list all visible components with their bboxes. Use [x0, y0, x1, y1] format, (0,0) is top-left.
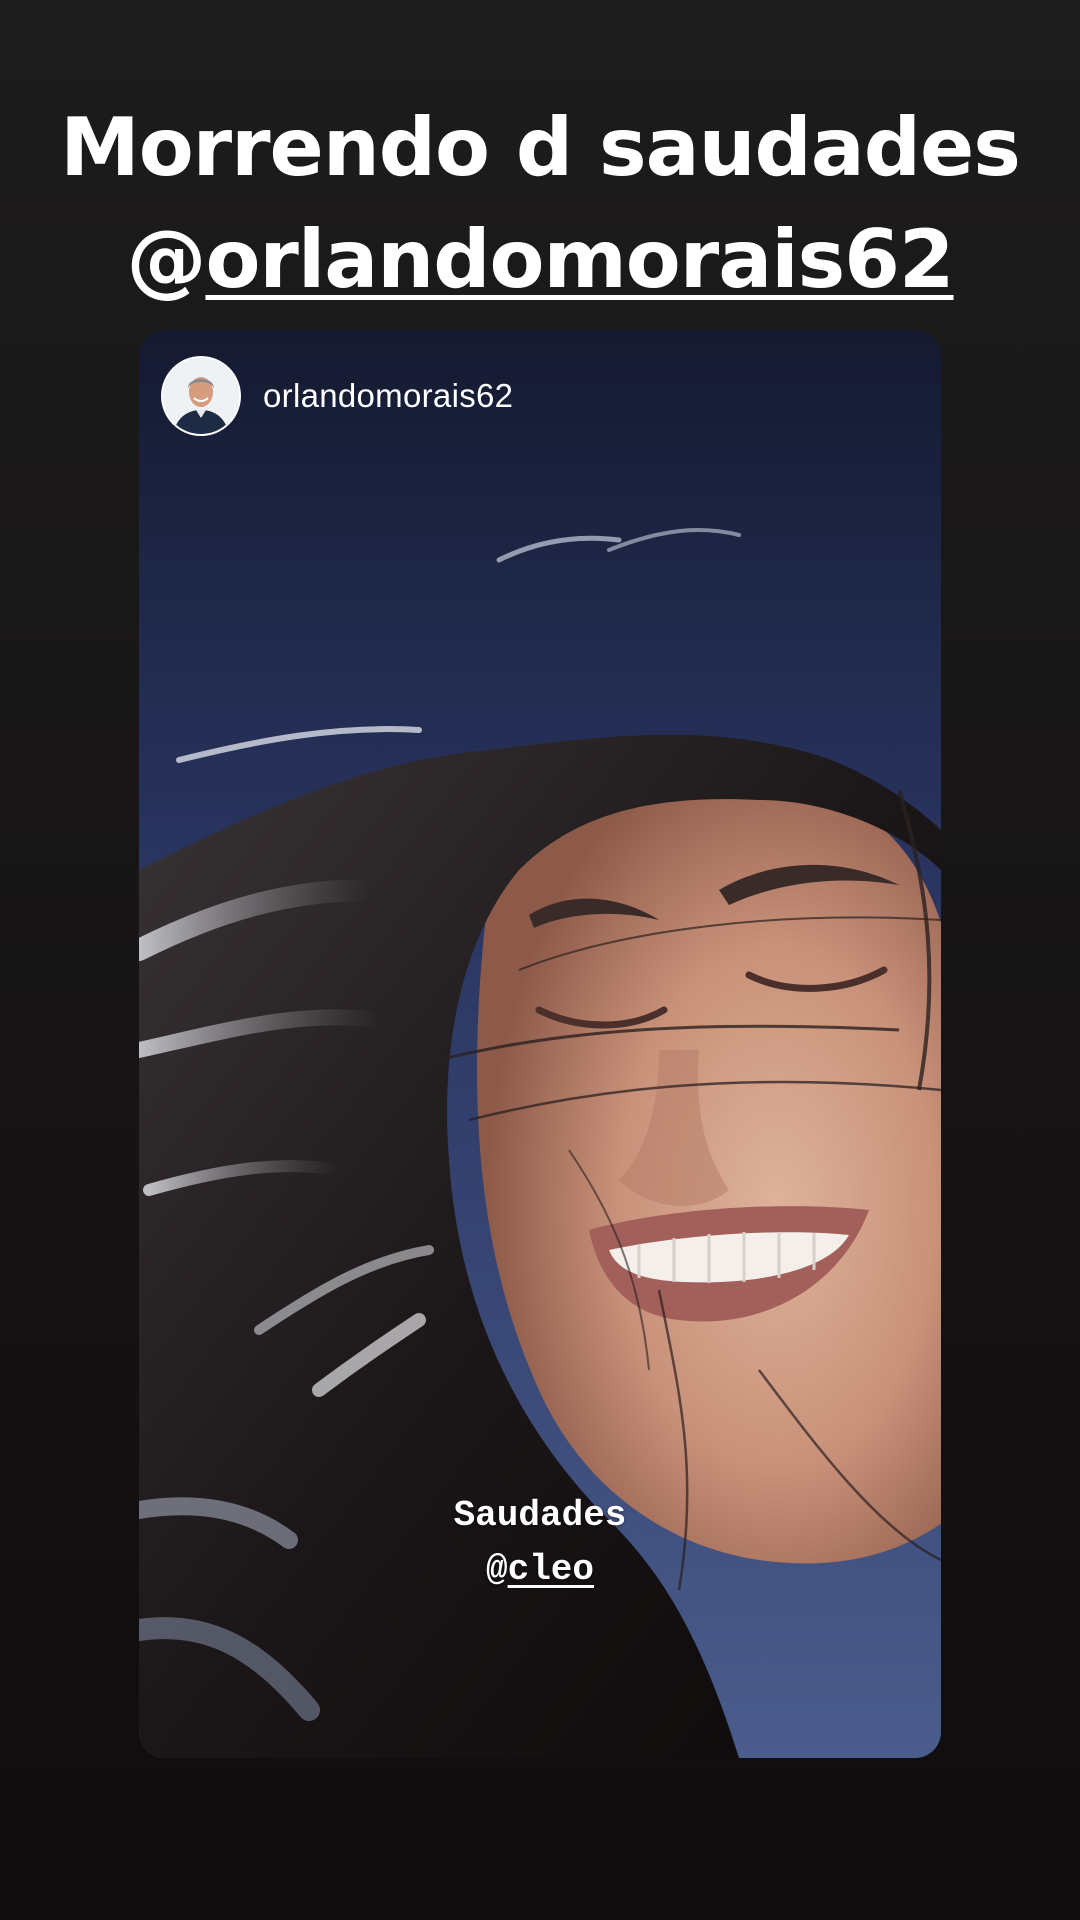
avatar-image	[163, 358, 239, 434]
post-caption-text: Saudades	[139, 1490, 941, 1542]
mention-handle[interactable]: orlandomorais62	[205, 213, 954, 306]
post-header[interactable]: orlandomorais62	[161, 354, 513, 438]
story-mention-sticker[interactable]: @orlandomorais62	[0, 212, 1080, 308]
story-caption-text: Morrendo d saudades	[0, 100, 1080, 196]
mention-at-sign: @	[126, 213, 206, 306]
post-mention-sticker[interactable]: @cleo	[139, 1544, 941, 1596]
shared-post-card[interactable]: orlandomorais62 Saudades @cleo	[139, 330, 941, 1758]
post-mention-at-sign: @	[485, 1549, 508, 1590]
post-caption-line: Saudades	[453, 1495, 627, 1536]
instagram-story: Morrendo d saudades @orlandomorais62 orl…	[0, 0, 1080, 1920]
post-mention-handle[interactable]: cleo	[508, 1549, 594, 1590]
post-username[interactable]: orlandomorais62	[263, 377, 513, 415]
avatar[interactable]	[161, 356, 241, 436]
story-caption-line: Morrendo d saudades	[60, 101, 1021, 194]
